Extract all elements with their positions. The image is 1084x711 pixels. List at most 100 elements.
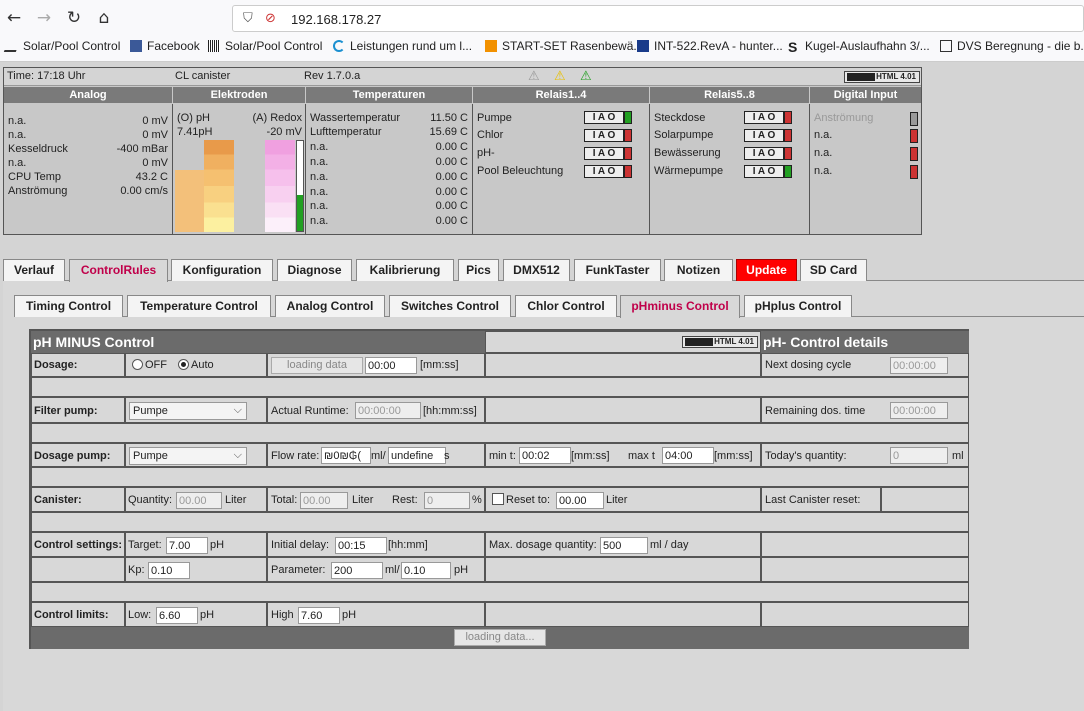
digital-cell: Anströmung n.a. n.a. n.a. — [810, 104, 921, 234]
relay-waermepumpe[interactable]: I A O — [744, 165, 804, 178]
header-elektroden: Elektroden — [173, 87, 305, 103]
tab-dmx512[interactable]: DMX512 — [503, 259, 570, 281]
insecure-lock-icon: ⊘ — [265, 11, 276, 26]
tab-update[interactable]: Update — [736, 259, 797, 281]
parameter-input-2[interactable] — [401, 562, 451, 579]
bookmark-int-522[interactable]: INT-522.RevA - hunter... — [637, 39, 783, 53]
bookmark-solar-pool[interactable]: Solar/Pool Control — [3, 39, 120, 53]
control-settings-label-cell: Control settings: — [31, 532, 125, 557]
dosage-time-input[interactable] — [365, 357, 417, 374]
tab-timing-control[interactable]: Timing Control — [14, 295, 123, 317]
relay-pool-beleuchtung[interactable]: I A O — [584, 165, 644, 178]
empty-cell — [31, 557, 125, 582]
dosage-off-radio[interactable]: OFF — [132, 359, 167, 371]
reload-icon[interactable]: ↻ — [62, 6, 86, 30]
temperaturen-cell: Wassertemperatur 11.50 C Lufttemperatur 15… — [306, 104, 473, 234]
bookmark-kugel[interactable]: S Kugel-Auslaufhahn 3/... — [788, 39, 930, 54]
today-quantity-input[interactable] — [890, 447, 948, 464]
ph-scale — [175, 170, 204, 232]
reset-to-input[interactable] — [556, 492, 604, 509]
relay-steckdose[interactable]: I A O — [744, 111, 804, 124]
bookmark-facebook[interactable]: Facebook — [130, 39, 200, 53]
dvs-icon — [940, 40, 952, 52]
details-title: pH- Control details — [761, 331, 969, 353]
warning-yellow-icon: ⚠ — [554, 69, 566, 84]
dosage-label-cell: Dosage: — [31, 353, 125, 377]
time-text: Time: 17:18 Uhr — [7, 70, 86, 82]
digital-indicator — [910, 165, 918, 179]
dosage-auto-radio[interactable]: Auto — [178, 359, 214, 371]
relay-status-indicator — [624, 165, 632, 178]
tab-verlauf[interactable]: Verlauf — [3, 259, 65, 281]
ph-bar — [204, 140, 234, 232]
max-dosage-input[interactable] — [600, 537, 648, 554]
tab-phminus-control[interactable]: pHminus Control — [620, 295, 740, 318]
canister-rest-input[interactable] — [424, 492, 470, 509]
initial-delay-input[interactable] — [335, 537, 387, 554]
facebook-icon — [130, 40, 142, 52]
flow-rate-input[interactable] — [321, 447, 371, 464]
relay-status-indicator — [784, 129, 792, 142]
tab-controlrules[interactable]: ControlRules — [69, 259, 168, 282]
tab-kalibrierung[interactable]: Kalibrierung — [356, 259, 454, 281]
relay-solarpumpe[interactable]: I A O — [744, 129, 804, 142]
relay-status-indicator — [784, 111, 792, 124]
high-limit-input[interactable] — [298, 607, 340, 624]
target-input[interactable] — [166, 537, 208, 554]
forward-icon[interactable]: → — [32, 6, 56, 30]
relay-bewaesserung[interactable]: I A O — [744, 147, 804, 160]
max-time-input[interactable] — [662, 447, 714, 464]
next-dosing-input[interactable] — [890, 357, 948, 374]
filter-pump-label-cell: Filter pump: — [31, 397, 125, 423]
header-temperaturen: Temperaturen — [306, 87, 472, 103]
tab-chlor-control[interactable]: Chlor Control — [515, 295, 617, 317]
mode-text: CL canister — [175, 70, 231, 82]
browser-chrome: ← → ↻ ⌂ ⛉ ⊘ 192.168.178.27 Solar/Pool Co… — [0, 0, 1084, 62]
loading-data-button[interactable]: loading data — [271, 357, 363, 374]
bookmarks-bar: Solar/Pool Control Facebook Solar/Pool C… — [0, 36, 1084, 58]
bookmark-leistungen[interactable]: Leistungen rund um l... — [333, 39, 472, 53]
relay-chlor[interactable]: I A O — [584, 129, 644, 142]
empty-cell — [485, 557, 761, 582]
tab-temperature-control[interactable]: Temperature Control — [127, 295, 271, 317]
rev-text: Rev 1.7.0.a — [304, 70, 361, 82]
parameter-cell: Parameter: ml/ pH — [267, 557, 485, 582]
tab-konfiguration[interactable]: Konfiguration — [171, 259, 273, 281]
bookmark-start-set[interactable]: START-SET Rasenbewä... — [485, 39, 643, 53]
runtime-input[interactable] — [355, 402, 421, 419]
relay-pumpe[interactable]: I A O — [584, 111, 644, 124]
tab-phplus-control[interactable]: pHplus Control — [744, 295, 852, 317]
tab-sd-card[interactable]: SD Card — [800, 259, 867, 281]
filter-pump-select[interactable]: Pumpe — [129, 402, 247, 420]
tab-pics[interactable]: Pics — [458, 259, 499, 281]
header-relais2: Relais5..8 — [650, 87, 809, 103]
shield-icon: ⛉ — [243, 11, 253, 26]
bookmark-dvs[interactable]: DVS Beregnung - die b... — [940, 39, 1084, 53]
bookmark-solar-pool-2[interactable]: Solar/Pool Control — [208, 39, 322, 53]
canister-quantity-input[interactable] — [176, 492, 222, 509]
last-reset-cell: Last Canister reset: — [761, 487, 881, 512]
loading-data-footer-button[interactable]: loading data... — [454, 629, 546, 646]
tab-funktaster[interactable]: FunkTaster — [574, 259, 661, 281]
home-icon[interactable]: ⌂ — [92, 6, 116, 30]
empty-cell — [761, 532, 969, 557]
reset-checkbox[interactable] — [492, 493, 504, 505]
empty-cell — [485, 397, 761, 423]
tab-switches-control[interactable]: Switches Control — [389, 295, 511, 317]
kp-input[interactable] — [148, 562, 190, 579]
dosage-mode-cell: OFF Auto — [125, 353, 267, 377]
url-bar[interactable]: ⛉ ⊘ 192.168.178.27 — [232, 5, 1084, 32]
parameter-input[interactable] — [331, 562, 383, 579]
back-icon[interactable]: ← — [2, 6, 26, 30]
canister-total-input[interactable] — [300, 492, 348, 509]
tab-diagnose[interactable]: Diagnose — [277, 259, 352, 281]
low-limit-input[interactable] — [156, 607, 198, 624]
remaining-input[interactable] — [890, 402, 948, 419]
dosage-pump-select[interactable]: Pumpe — [129, 447, 247, 465]
remaining-cell: Remaining dos. time — [761, 397, 969, 423]
tab-analog-control[interactable]: Analog Control — [275, 295, 385, 317]
relay-ph-minus[interactable]: I A O — [584, 147, 644, 160]
min-time-input[interactable] — [519, 447, 571, 464]
tab-notizen[interactable]: Notizen — [664, 259, 733, 281]
flow-rate-unit-input[interactable] — [388, 447, 446, 464]
